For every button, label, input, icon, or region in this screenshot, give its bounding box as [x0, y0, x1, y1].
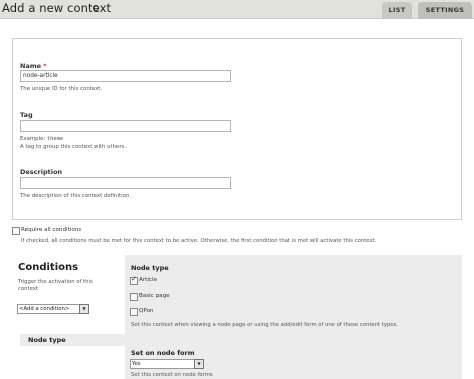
require-all-help: If checked, all conditions must be met f…	[21, 238, 377, 244]
tag-label: Tag	[20, 111, 33, 119]
condition-tab-node-type[interactable]: Node type	[20, 334, 125, 346]
conditions-sidebar	[12, 255, 125, 379]
article-checkbox[interactable]	[130, 275, 138, 285]
name-description: The unique ID for this context.	[20, 86, 103, 92]
basic-page-checkbox[interactable]	[130, 293, 138, 301]
description-help: The description of this context definiti…	[20, 193, 132, 199]
add-condition-select[interactable]: <Add a condition> ▼	[17, 304, 89, 314]
conditions-help-line2: context	[18, 286, 38, 292]
node-type-help: Set this context when viewing a node pag…	[131, 322, 399, 328]
article-label: Article	[139, 277, 157, 283]
qpon-label: QPon	[139, 308, 154, 314]
tag-example: Example: theme	[20, 136, 64, 142]
tab-list[interactable]: LIST	[382, 2, 412, 19]
require-all-label: Require all conditions	[21, 227, 82, 233]
basic-page-label: Basic page	[139, 293, 170, 299]
gear-icon[interactable]	[93, 5, 99, 11]
name-label: Name *	[20, 62, 47, 70]
node-form-select[interactable]: Yes ▼	[130, 359, 204, 369]
qpon-checkbox[interactable]	[130, 308, 138, 316]
conditions-title: Conditions	[18, 262, 79, 273]
require-all-checkbox[interactable]	[12, 227, 20, 235]
node-form-label: Set on node form	[131, 349, 195, 357]
description-input[interactable]	[20, 177, 231, 189]
tab-settings[interactable]: SETTINGS	[418, 2, 472, 19]
name-input[interactable]	[20, 70, 231, 82]
tag-description: A tag to group this context with others.	[20, 144, 127, 150]
description-label: Description	[20, 168, 63, 176]
page-header: Add a new context LIST SETTINGS	[0, 0, 474, 19]
select-arrow-icon: ▼	[79, 304, 89, 314]
conditions-help-line1: Trigger the activation of this	[18, 279, 93, 285]
tag-input[interactable]	[20, 120, 231, 132]
required-marker: *	[43, 62, 47, 70]
node-type-label: Node type	[131, 264, 169, 272]
select-arrow-icon: ▼	[194, 359, 204, 369]
node-form-help: Set this context on node forms	[131, 372, 213, 378]
